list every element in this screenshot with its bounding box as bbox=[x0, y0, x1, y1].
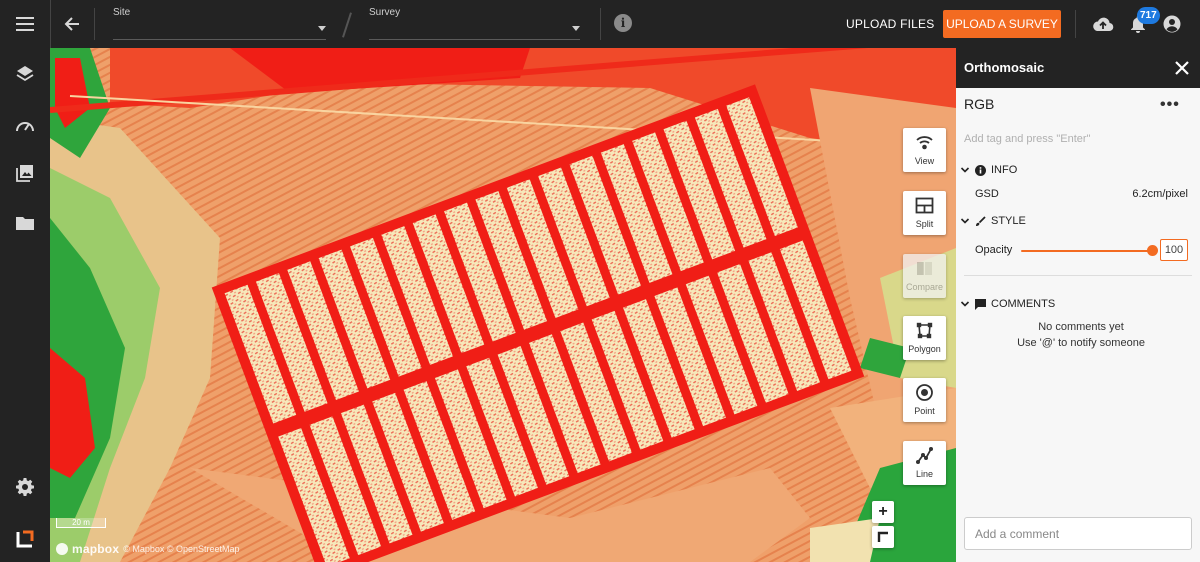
folder-icon bbox=[16, 217, 34, 230]
attribution-text[interactable]: © Mapbox © OpenStreetMap bbox=[123, 544, 239, 554]
cloud-upload-icon bbox=[1093, 17, 1114, 32]
more-options-button[interactable]: ••• bbox=[1160, 96, 1180, 114]
comments-heading: COMMENTS bbox=[991, 298, 1056, 310]
point-icon bbox=[916, 384, 933, 401]
opacity-label: Opacity bbox=[975, 244, 1013, 256]
tag-input[interactable] bbox=[964, 128, 1190, 150]
survey-select[interactable]: Survey bbox=[369, 4, 580, 40]
no-comments-text: No comments yet bbox=[1038, 321, 1124, 333]
view-icon bbox=[916, 136, 933, 150]
tool-compare-label: Compare bbox=[905, 282, 943, 292]
left-sidebar bbox=[0, 48, 50, 562]
tool-split[interactable]: Split bbox=[903, 191, 946, 235]
comment-input[interactable] bbox=[964, 517, 1192, 550]
gallery-icon bbox=[16, 165, 33, 182]
back-arrow-icon bbox=[64, 17, 79, 31]
tool-view[interactable]: View bbox=[903, 128, 946, 172]
top-bar: Site Survey i UPLOAD FILES UPLOAD A SURV… bbox=[0, 0, 1200, 48]
chevron-down-icon bbox=[960, 218, 970, 224]
chevron-down-icon bbox=[318, 26, 326, 31]
mention-hint-text: Use '@' to notify someone bbox=[1017, 337, 1145, 349]
orthomosaic-layer bbox=[50, 48, 956, 562]
menu-icon bbox=[16, 17, 34, 31]
app-logo[interactable] bbox=[13, 527, 37, 551]
settings-button[interactable] bbox=[13, 475, 37, 499]
comment-icon bbox=[975, 298, 986, 310]
section-divider bbox=[964, 275, 1192, 276]
gallery-button[interactable] bbox=[13, 161, 37, 185]
tool-polygon[interactable]: Polygon bbox=[903, 316, 946, 360]
layers-button[interactable] bbox=[13, 62, 37, 86]
gsd-value: 6.2cm/pixel bbox=[1132, 188, 1188, 200]
upload-survey-button[interactable]: UPLOAD A SURVEY bbox=[943, 10, 1061, 38]
zoom-in-button[interactable]: + bbox=[872, 501, 894, 523]
app-logo-icon bbox=[16, 530, 34, 548]
tool-line[interactable]: Line bbox=[903, 441, 946, 485]
folder-button[interactable] bbox=[13, 211, 37, 235]
info-section-toggle[interactable]: INFO bbox=[960, 164, 1017, 176]
site-select-label: Site bbox=[113, 7, 131, 18]
brush-icon bbox=[976, 215, 986, 226]
line-icon bbox=[916, 447, 933, 464]
tool-line-label: Line bbox=[915, 469, 933, 479]
upload-files-button[interactable]: UPLOAD FILES bbox=[838, 10, 942, 38]
opacity-value-input[interactable]: 100 bbox=[1160, 239, 1188, 261]
close-icon[interactable] bbox=[1174, 60, 1190, 76]
chevron-down-icon bbox=[960, 167, 970, 173]
mapbox-logo-text[interactable]: mapbox bbox=[72, 542, 119, 556]
style-section-toggle[interactable]: STYLE bbox=[960, 215, 1026, 227]
tool-polygon-label: Polygon bbox=[908, 344, 941, 354]
account-button[interactable] bbox=[1160, 12, 1184, 36]
site-select[interactable]: Site bbox=[113, 4, 326, 40]
scale-bar: 20 m bbox=[56, 518, 106, 528]
opacity-slider-thumb[interactable] bbox=[1147, 245, 1158, 256]
style-heading: STYLE bbox=[991, 215, 1026, 227]
account-icon bbox=[1163, 15, 1181, 33]
comments-section-toggle[interactable]: COMMENTS bbox=[960, 298, 1055, 310]
tool-point-label: Point bbox=[914, 406, 935, 416]
panel-title: Orthomosaic bbox=[964, 60, 1045, 75]
tool-point[interactable]: Point bbox=[903, 378, 946, 422]
layers-icon bbox=[16, 66, 34, 82]
tool-view-label: View bbox=[914, 156, 935, 166]
info-circle-icon bbox=[975, 164, 986, 176]
notification-badge: 717 bbox=[1137, 7, 1160, 24]
info-icon[interactable]: i bbox=[614, 14, 632, 32]
polygon-icon bbox=[916, 322, 933, 339]
mapbox-logo-icon bbox=[56, 543, 68, 555]
tool-compare[interactable]: Compare bbox=[903, 254, 946, 298]
menu-button[interactable] bbox=[0, 0, 50, 48]
layer-name: RGB bbox=[964, 96, 995, 112]
info-heading: INFO bbox=[991, 164, 1018, 176]
breadcrumb-separator bbox=[342, 12, 352, 38]
chevron-down-icon bbox=[572, 26, 580, 31]
compare-icon bbox=[917, 260, 932, 277]
orthomosaic-panel: Orthomosaic RGB ••• INFO GSD 6.2cm/pixel… bbox=[956, 48, 1200, 562]
chevron-down-icon bbox=[960, 301, 970, 307]
dashboard-button[interactable] bbox=[13, 113, 37, 137]
dashboard-icon bbox=[16, 122, 34, 132]
gsd-label: GSD bbox=[975, 188, 999, 200]
opacity-slider-track[interactable] bbox=[1021, 250, 1151, 252]
map-view[interactable]: View Split Compare Polygon Point Line + … bbox=[50, 48, 956, 562]
reset-bearing-button[interactable] bbox=[872, 526, 894, 548]
tool-split-label: Split bbox=[915, 219, 934, 229]
corner-icon bbox=[877, 531, 888, 542]
cloud-upload-button[interactable] bbox=[1091, 12, 1115, 36]
back-button[interactable] bbox=[56, 8, 88, 40]
map-attribution: mapbox © Mapbox © OpenStreetMap bbox=[56, 542, 240, 556]
split-icon bbox=[915, 197, 934, 214]
settings-icon bbox=[16, 478, 34, 496]
panel-header: Orthomosaic bbox=[956, 48, 1200, 88]
survey-select-label: Survey bbox=[369, 7, 401, 18]
